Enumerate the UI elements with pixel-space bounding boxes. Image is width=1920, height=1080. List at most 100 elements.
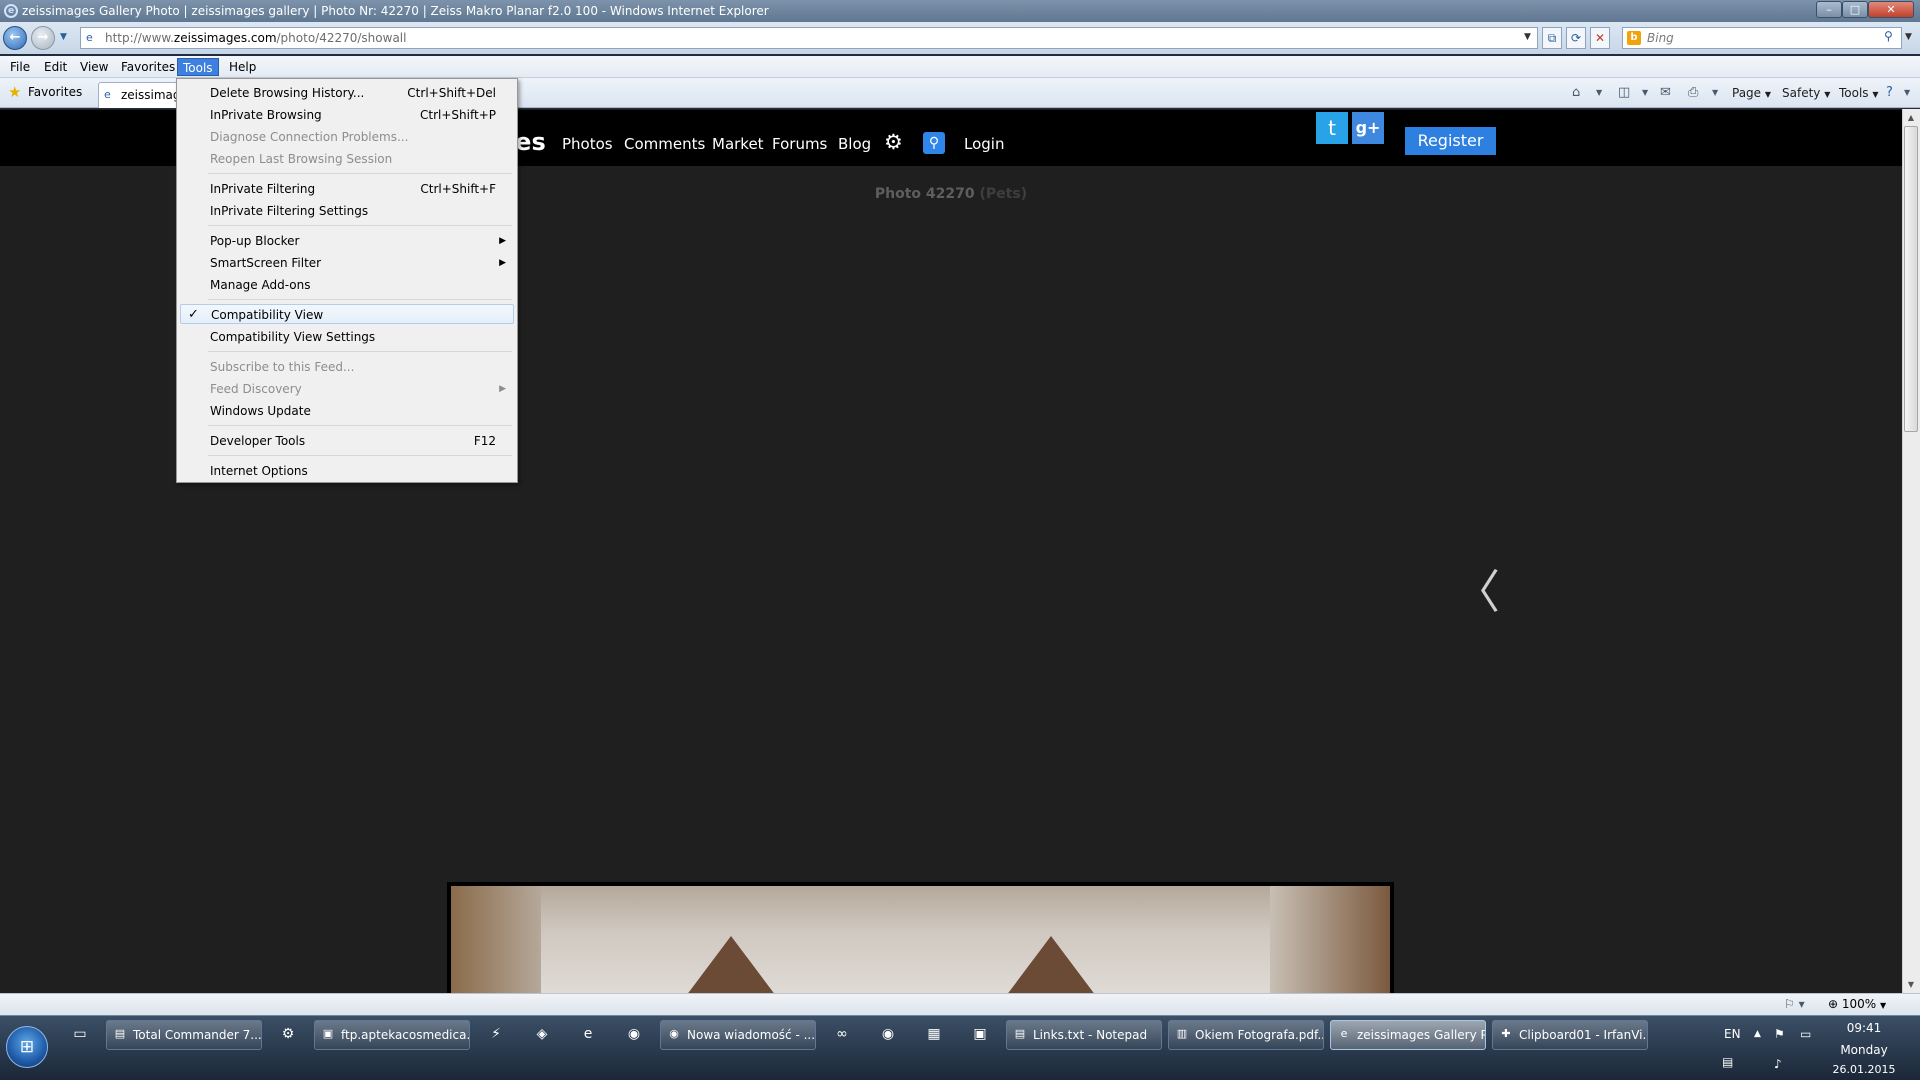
print-dropdown-icon[interactable]: ▼ [1712, 84, 1718, 102]
network-icon[interactable]: ▭ [1800, 1026, 1811, 1042]
protected-mode-icon[interactable]: ⚐ ▾ [1784, 996, 1805, 1012]
page-menu[interactable]: Page ▼ [1732, 84, 1771, 102]
keyboard-icon[interactable]: ▤ [1722, 1054, 1733, 1070]
close-button[interactable]: ✕ [1868, 1, 1914, 18]
site-search-icon[interactable]: ⚲ [923, 132, 945, 154]
menu-item-inprivate-filtering-settings[interactable]: InPrivate Filtering Settings [180, 201, 514, 221]
minimize-button[interactable]: – [1816, 1, 1842, 18]
search-input[interactable]: Bing [1622, 27, 1902, 49]
address-bar[interactable]: http://www.zeissimages.com/photo/42270/s… [80, 27, 1538, 49]
nav-photos[interactable]: Photos [562, 134, 613, 154]
stop-icon[interactable]: ✕ [1590, 27, 1610, 49]
cat-photo[interactable] [451, 886, 1390, 998]
ie-window-icon: e [1340, 1027, 1348, 1040]
taskbar-total-commander[interactable]: ▤ Total Commander 7.... [106, 1020, 262, 1050]
photo-number: Photo 42270 [874, 186, 975, 202]
start-button-windows-icon[interactable]: ⊞ [6, 1026, 48, 1068]
menu-item-compatibility-view-settings[interactable]: Compatibility View Settings [180, 327, 514, 347]
search-dropdown-icon[interactable]: ▼ [1905, 32, 1912, 42]
history-dropdown-icon[interactable]: ▼ [60, 32, 67, 42]
menu-item-inprivate-filtering[interactable]: InPrivate Filtering Ctrl+Shift+F [180, 179, 514, 199]
nav-blog[interactable]: Blog [838, 134, 871, 154]
help-dropdown-icon[interactable]: ▼ [1904, 84, 1910, 102]
taskbar-notepad[interactable]: ▤ Links.txt - Notepad [1006, 1020, 1162, 1050]
taskbar-item-label: zeissimages Gallery P... [1357, 1028, 1486, 1042]
forward-button[interactable]: → [31, 26, 55, 50]
previous-photo-arrow-icon[interactable]: 〈 [1454, 566, 1500, 618]
feeds-dropdown-icon[interactable]: ▼ [1642, 84, 1648, 102]
clock-date[interactable]: 26.01.2015 [1830, 1063, 1898, 1077]
app-tool-icon[interactable]: ▦ [924, 1024, 944, 1044]
taskbar-pdf[interactable]: ▥ Okiem Fotografa.pdf... [1168, 1020, 1324, 1050]
menu-item-delete-browsing-history[interactable]: Delete Browsing History... Ctrl+Shift+Del [180, 83, 514, 103]
tools-command-menu[interactable]: Tools ▼ [1839, 84, 1879, 102]
scroll-up-arrow-icon[interactable]: ▲ [1904, 111, 1918, 125]
nav-forums[interactable]: Forums [772, 134, 827, 154]
menu-edit[interactable]: Edit [39, 58, 72, 76]
menu-item-inprivate-browsing[interactable]: InPrivate Browsing Ctrl+Shift+P [180, 105, 514, 125]
menu-item-popup-blocker[interactable]: Pop-up Blocker ▶ [180, 231, 514, 251]
search-go-icon[interactable]: ⚲ [1884, 29, 1893, 43]
menu-help[interactable]: Help [224, 58, 261, 76]
explorer-folder-icon[interactable]: ▭ [70, 1024, 90, 1044]
favorites-button[interactable]: Favorites [28, 84, 82, 100]
address-dropdown-icon[interactable]: ▼ [1524, 32, 1531, 42]
home-icon[interactable]: ⌂ [1572, 84, 1580, 102]
compatibility-view-icon[interactable]: ⧉ [1542, 27, 1562, 49]
screen-icon[interactable]: ▣ [970, 1024, 990, 1044]
safety-menu[interactable]: Safety ▼ [1782, 84, 1830, 102]
home-dropdown-icon[interactable]: ▼ [1596, 84, 1602, 102]
gear-icon[interactable]: ⚙ [884, 130, 903, 154]
scroll-down-arrow-icon[interactable]: ▼ [1904, 978, 1918, 992]
back-button[interactable]: ← [3, 26, 27, 50]
photo-category[interactable]: (Pets) [980, 186, 1028, 202]
language-indicator[interactable]: EN [1724, 1026, 1741, 1042]
winamp-icon[interactable]: ⚡ [486, 1024, 506, 1044]
clock-time[interactable]: 09:41 [1834, 1020, 1894, 1036]
photo-background-left [451, 886, 541, 998]
volume-icon[interactable]: ♪ [1774, 1056, 1782, 1072]
mail-icon[interactable]: ✉ [1660, 84, 1671, 102]
register-button[interactable]: Register [1405, 127, 1496, 155]
show-hidden-icons-arrow-icon[interactable]: ▲ [1754, 1026, 1761, 1042]
menu-item-internet-options[interactable]: Internet Options [180, 461, 514, 481]
menu-favorites[interactable]: Favorites [116, 58, 180, 76]
submenu-arrow-icon: ▶ [499, 384, 506, 394]
refresh-icon[interactable]: ⟳ [1566, 27, 1586, 49]
help-icon[interactable]: ? [1886, 84, 1893, 102]
favorites-star-icon[interactable]: ★ [8, 84, 21, 100]
app-viewer-icon[interactable]: ∞ [832, 1024, 852, 1044]
menu-tools[interactable]: Tools [177, 58, 219, 76]
zoom-level[interactable]: ⊕ 100% ▼ [1828, 996, 1886, 1014]
internet-explorer-icon[interactable]: e [578, 1024, 598, 1044]
twitter-icon[interactable]: t [1316, 112, 1348, 144]
feeds-icon[interactable]: ◫ [1618, 84, 1630, 102]
action-center-flag-icon[interactable]: ⚑ [1774, 1026, 1785, 1042]
clock-day[interactable]: Monday [1834, 1042, 1894, 1058]
firefox-alt-icon[interactable]: ◉ [878, 1024, 898, 1044]
menu-file[interactable]: File [5, 58, 35, 76]
nav-comments[interactable]: Comments [624, 134, 705, 154]
taskbar-ie-window[interactable]: e zeissimages Gallery P... [1330, 1020, 1486, 1050]
login-link[interactable]: Login [964, 134, 1004, 154]
maximize-button[interactable]: □ [1842, 1, 1868, 18]
google-plus-icon[interactable]: g+ [1352, 112, 1384, 144]
firefox-window-icon: ◉ [669, 1027, 679, 1040]
taskbar-firefox-mail[interactable]: ◉ Nowa wiadomość - ... [660, 1020, 816, 1050]
menu-item-compatibility-view[interactable]: ✓ Compatibility View [180, 304, 514, 324]
menu-item-windows-update[interactable]: Windows Update [180, 401, 514, 421]
taskbar-irfanview[interactable]: ✚ Clipboard01 - IrfanVi... [1492, 1020, 1648, 1050]
app-icon[interactable]: ◈ [532, 1024, 552, 1044]
nav-market[interactable]: Market [712, 134, 764, 154]
photo-background-right [1270, 886, 1390, 998]
safety-dropdown-icon: ▼ [1824, 90, 1831, 99]
menu-item-developer-tools[interactable]: Developer Tools F12 [180, 431, 514, 451]
menu-item-manage-addons[interactable]: Manage Add-ons [180, 275, 514, 295]
firefox-icon[interactable]: ◉ [624, 1024, 644, 1044]
menu-view[interactable]: View [75, 58, 113, 76]
settings-gear-icon[interactable]: ⚙ [278, 1024, 298, 1044]
print-icon[interactable]: ⎙ [1688, 84, 1698, 102]
menu-item-smartscreen-filter[interactable]: SmartScreen Filter ▶ [180, 253, 514, 273]
taskbar-ftp[interactable]: ▣ ftp.aptekacosmedica... [314, 1020, 470, 1050]
scrollbar-thumb[interactable] [1904, 126, 1918, 432]
